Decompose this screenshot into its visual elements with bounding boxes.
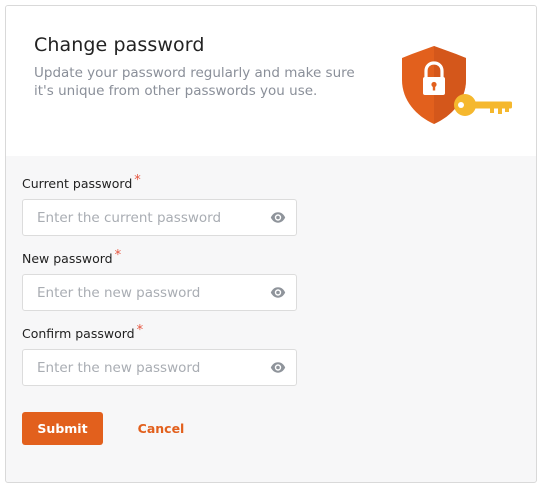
new-password-input[interactable]	[37, 275, 257, 310]
confirm-password-input-box	[22, 349, 297, 386]
required-asterisk: *	[136, 323, 144, 338]
page-subtitle: Update your password regularly and make …	[34, 65, 355, 99]
current-password-label-text: Current password	[22, 176, 133, 191]
required-asterisk: *	[134, 173, 141, 188]
submit-button[interactable]: Submit	[22, 412, 103, 445]
shield-lock-key-illustration	[402, 46, 512, 124]
confirm-password-label: Confirm password *	[22, 323, 302, 344]
cancel-button[interactable]: Cancel	[122, 412, 200, 445]
confirm-password-input[interactable]	[37, 350, 257, 385]
page-title: Change password	[34, 34, 205, 56]
current-password-field: Current password *	[22, 173, 302, 236]
confirm-password-label-text: Confirm password	[22, 326, 135, 341]
eye-icon[interactable]	[270, 361, 286, 374]
new-password-field: New password *	[22, 248, 302, 311]
new-password-label-text: New password	[22, 251, 113, 266]
new-password-input-box	[22, 274, 297, 311]
key-icon	[454, 94, 512, 116]
current-password-label: Current password *	[22, 173, 302, 194]
new-password-label: New password *	[22, 248, 302, 269]
current-password-input[interactable]	[37, 200, 257, 235]
eye-icon[interactable]	[270, 211, 286, 224]
current-password-input-box	[22, 199, 297, 236]
required-asterisk: *	[114, 248, 122, 263]
confirm-password-field: Confirm password *	[22, 323, 302, 386]
eye-icon[interactable]	[270, 286, 286, 299]
card-header: Change password Update your password reg…	[6, 6, 536, 156]
